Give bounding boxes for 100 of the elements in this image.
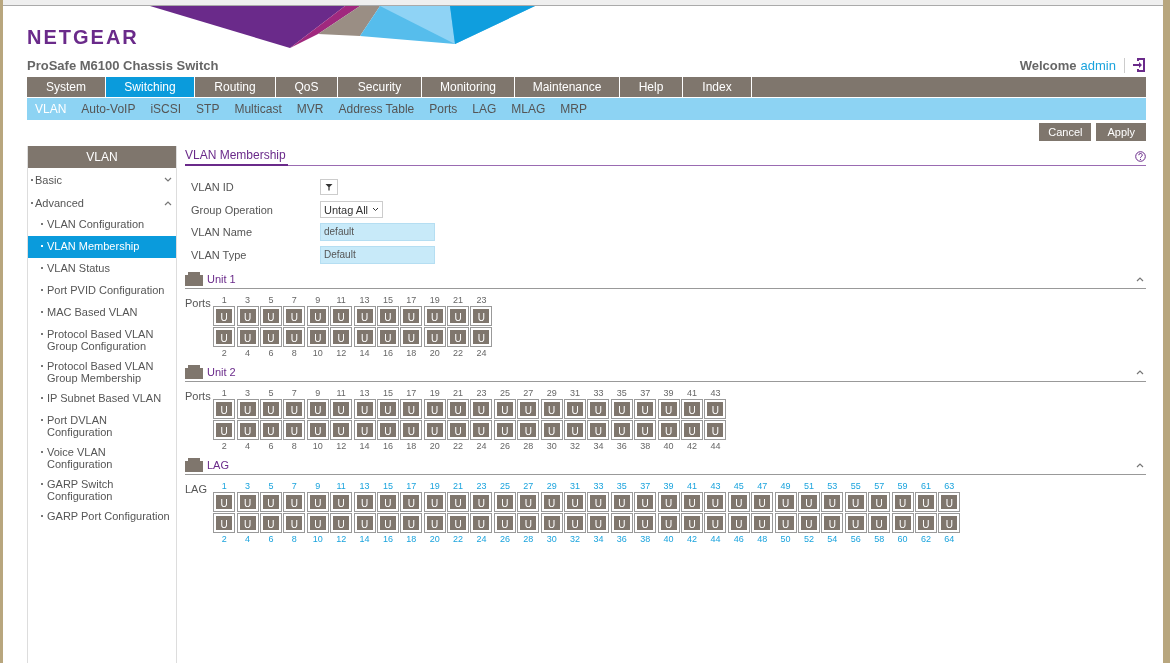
port-number[interactable]: 40 <box>663 534 674 545</box>
port-number[interactable]: 7 <box>291 481 297 492</box>
port-toggle[interactable]: U <box>470 399 493 419</box>
port-toggle[interactable]: U <box>400 327 423 347</box>
port-number[interactable]: 4 <box>245 534 251 545</box>
port-number[interactable]: 14 <box>359 534 370 545</box>
sidebar-group[interactable]: Advanced <box>28 191 176 214</box>
port-toggle[interactable]: U <box>376 399 399 419</box>
port-toggle[interactable]: U <box>470 513 493 533</box>
port-toggle[interactable]: U <box>376 492 399 512</box>
port-toggle[interactable]: U <box>681 492 703 512</box>
port-toggle[interactable]: U <box>283 306 306 326</box>
port-number[interactable]: 23 <box>476 481 487 492</box>
port-number[interactable]: 20 <box>429 534 440 545</box>
port-number[interactable]: 52 <box>803 534 814 545</box>
port-toggle[interactable]: U <box>914 513 937 533</box>
port-toggle[interactable]: U <box>517 492 540 512</box>
port-number[interactable]: 17 <box>406 481 417 492</box>
port-toggle[interactable]: U <box>564 399 587 419</box>
sidebar-item[interactable]: GARP Switch Configuration <box>28 474 176 506</box>
port-toggle[interactable]: U <box>400 399 423 419</box>
collapse-icon[interactable] <box>1136 462 1144 468</box>
port-toggle[interactable]: U <box>517 513 540 533</box>
port-toggle[interactable]: U <box>681 513 703 533</box>
subnav-tab[interactable]: Auto-VoIP <box>81 102 136 116</box>
port-toggle[interactable]: U <box>259 420 282 440</box>
collapse-icon[interactable] <box>1136 276 1144 282</box>
port-number[interactable]: 35 <box>616 481 627 492</box>
port-toggle[interactable]: U <box>704 492 727 512</box>
text-field[interactable]: default <box>320 223 435 242</box>
port-number[interactable]: 49 <box>780 481 791 492</box>
port-number[interactable]: 8 <box>291 534 297 545</box>
port-toggle[interactable]: U <box>283 513 306 533</box>
port-toggle[interactable]: U <box>306 492 329 512</box>
port-number[interactable]: 24 <box>476 534 487 545</box>
port-toggle[interactable]: U <box>704 399 727 419</box>
port-toggle[interactable]: U <box>587 399 610 419</box>
port-toggle[interactable]: U <box>447 327 470 347</box>
filter-dropdown[interactable] <box>320 179 338 196</box>
port-toggle[interactable]: U <box>236 420 259 440</box>
port-toggle[interactable]: U <box>400 513 423 533</box>
port-toggle[interactable]: U <box>330 327 353 347</box>
port-number[interactable]: 6 <box>268 534 274 545</box>
port-toggle[interactable]: U <box>751 513 774 533</box>
port-toggle[interactable]: U <box>587 492 610 512</box>
port-number[interactable]: 13 <box>359 481 370 492</box>
port-toggle[interactable]: U <box>493 399 516 419</box>
port-toggle[interactable]: U <box>423 420 446 440</box>
port-toggle[interactable]: U <box>610 513 633 533</box>
port-toggle[interactable]: U <box>470 327 493 347</box>
port-number[interactable]: 1 <box>221 481 227 492</box>
port-toggle[interactable]: U <box>470 420 493 440</box>
port-toggle[interactable]: U <box>306 513 329 533</box>
sidebar-item[interactable]: Port DVLAN Configuration <box>28 410 176 442</box>
port-toggle[interactable]: U <box>797 513 820 533</box>
port-number[interactable]: 37 <box>640 481 651 492</box>
port-toggle[interactable]: U <box>844 492 867 512</box>
port-number[interactable]: 2 <box>221 534 227 545</box>
subnav-tab[interactable]: Ports <box>429 102 458 116</box>
port-toggle[interactable]: U <box>259 399 282 419</box>
port-toggle[interactable]: U <box>704 513 727 533</box>
subnav-tab[interactable]: LAG <box>472 102 497 116</box>
port-toggle[interactable]: U <box>423 492 446 512</box>
port-toggle[interactable]: U <box>376 306 399 326</box>
port-toggle[interactable]: U <box>470 306 493 326</box>
port-toggle[interactable]: U <box>213 492 236 512</box>
port-toggle[interactable]: U <box>330 420 353 440</box>
port-toggle[interactable]: U <box>610 399 633 419</box>
port-toggle[interactable]: U <box>236 306 259 326</box>
sidebar-item[interactable]: Protocol Based VLAN Group Membership <box>28 356 176 388</box>
port-toggle[interactable]: U <box>400 306 423 326</box>
port-number[interactable]: 16 <box>382 534 393 545</box>
help-icon[interactable] <box>1135 151 1146 162</box>
port-toggle[interactable]: U <box>423 327 446 347</box>
port-number[interactable]: 62 <box>920 534 931 545</box>
sidebar-item[interactable]: Port PVID Configuration <box>28 280 176 302</box>
port-number[interactable]: 54 <box>827 534 838 545</box>
sidebar-item[interactable]: VLAN Status <box>28 258 176 280</box>
port-toggle[interactable]: U <box>610 420 633 440</box>
port-toggle[interactable]: U <box>236 513 259 533</box>
port-toggle[interactable]: U <box>213 399 236 419</box>
port-toggle[interactable]: U <box>587 420 610 440</box>
cancel-button[interactable]: Cancel <box>1039 123 1092 141</box>
port-toggle[interactable]: U <box>423 399 446 419</box>
port-toggle[interactable]: U <box>634 492 657 512</box>
port-toggle[interactable]: U <box>657 399 680 419</box>
port-toggle[interactable]: U <box>657 420 680 440</box>
port-toggle[interactable]: U <box>564 513 587 533</box>
port-toggle[interactable]: U <box>330 306 353 326</box>
port-number[interactable]: 27 <box>523 481 534 492</box>
port-toggle[interactable]: U <box>447 420 470 440</box>
port-toggle[interactable]: U <box>517 420 540 440</box>
port-toggle[interactable]: U <box>447 399 470 419</box>
sidebar-item[interactable]: VLAN Membership <box>28 236 176 258</box>
nav-tab[interactable]: Switching <box>106 77 195 97</box>
port-toggle[interactable]: U <box>681 399 703 419</box>
expand-icon[interactable] <box>164 176 172 183</box>
port-toggle[interactable]: U <box>283 420 306 440</box>
port-number[interactable]: 42 <box>687 534 697 545</box>
port-toggle[interactable]: U <box>447 306 470 326</box>
